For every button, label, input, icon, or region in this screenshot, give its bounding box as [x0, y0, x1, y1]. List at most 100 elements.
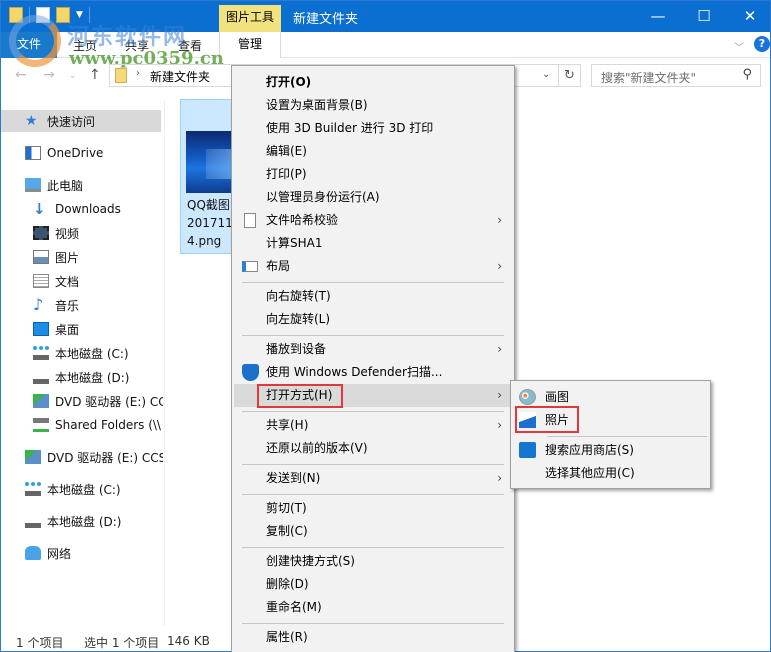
- open-with-submenu: 画图 照片 搜索应用商店(S) 选择其他应用(C): [510, 380, 711, 489]
- sidebar-item-label: 音乐: [55, 298, 80, 313]
- sidebar-item-desktop[interactable]: 桌面: [33, 318, 79, 340]
- menu-item-label: 以管理员身份运行(A): [266, 190, 380, 204]
- menu-item-label: 发送到(N): [266, 471, 321, 485]
- menu-item-label: 共享(H): [266, 418, 309, 432]
- sidebar-item-label: 此电脑: [47, 178, 84, 193]
- menu-item-label: 向左旋转(L): [266, 312, 331, 326]
- sidebar-item-label: 桌面: [55, 322, 80, 337]
- up-button[interactable]: ↑: [89, 67, 101, 83]
- pictures-icon: [33, 250, 49, 264]
- sidebar-item-onedrive[interactable]: OneDrive: [25, 142, 103, 164]
- menu-item-label: 打开(O): [266, 75, 312, 89]
- network-icon: [25, 546, 41, 560]
- menu-item-run-as-admin[interactable]: 以管理员身份运行(A): [234, 186, 512, 209]
- menu-item-label: 属性(R): [266, 630, 308, 644]
- recent-locations-button[interactable]: ⌄: [69, 71, 77, 81]
- file-name-line: 4.png: [187, 234, 222, 248]
- picture-tools-tab-group: 图片工具: [219, 5, 281, 32]
- menu-item-rename[interactable]: 重命名(M): [234, 596, 512, 619]
- menu-item-layout[interactable]: 布局 ›: [234, 255, 512, 278]
- sidebar-item-local-disk-c-root[interactable]: 本地磁盘 (C:): [25, 478, 121, 500]
- sidebar-item-videos[interactable]: 视频: [33, 222, 79, 244]
- menu-item-label: 剪切(T): [266, 501, 307, 515]
- sidebar-item-documents[interactable]: 文档: [33, 270, 79, 292]
- menu-item-file-hash[interactable]: 文件哈希校验 ›: [234, 209, 512, 232]
- menu-item-label: 重命名(M): [266, 600, 322, 614]
- sidebar-item-dvd-drive-root[interactable]: DVD 驱动器 (E:) CCS: [25, 446, 163, 468]
- sidebar-item-shared-folders[interactable]: Shared Folders (\\: [33, 414, 163, 436]
- sidebar-item-this-pc[interactable]: 此电脑: [25, 174, 83, 196]
- breadcrumb-current-folder[interactable]: 新建文件夹: [150, 68, 210, 85]
- sidebar-item-network[interactable]: 网络: [25, 542, 71, 564]
- sidebar-item-label: 本地磁盘 (D:): [55, 370, 130, 385]
- maximize-button[interactable]: ☐: [681, 1, 727, 32]
- address-dropdown-icon[interactable]: ⌄: [542, 69, 550, 80]
- chevron-right-icon: ›: [497, 418, 502, 432]
- tab-manage[interactable]: 管理: [219, 32, 281, 58]
- menu-item-defender-scan[interactable]: 使用 Windows Defender扫描...: [234, 361, 512, 384]
- sidebar-item-local-disk-d[interactable]: 本地磁盘 (D:): [33, 366, 129, 388]
- menu-item-properties[interactable]: 属性(R): [234, 626, 512, 649]
- refresh-button[interactable]: ↻: [558, 64, 581, 87]
- menu-item-create-shortcut[interactable]: 创建快捷方式(S): [234, 550, 512, 573]
- help-icon[interactable]: ?: [754, 36, 770, 52]
- sidebar-item-local-disk-c[interactable]: 本地磁盘 (C:): [33, 342, 129, 364]
- pane-divider[interactable]: [164, 101, 165, 626]
- menu-item-copy[interactable]: 复制(C): [234, 520, 512, 543]
- menu-item-rotate-left[interactable]: 向左旋转(L): [234, 308, 512, 331]
- chevron-right-icon: ›: [497, 259, 502, 273]
- back-button[interactable]: ←: [15, 67, 27, 83]
- menu-item-3d-print[interactable]: 使用 3D Builder 进行 3D 打印: [234, 117, 512, 140]
- submenu-item-choose-another-app[interactable]: 选择其他应用(C): [513, 462, 708, 485]
- onedrive-icon: [25, 146, 41, 160]
- dvd-icon: [33, 394, 49, 408]
- sidebar-item-pictures[interactable]: 图片: [33, 246, 79, 268]
- menu-item-open[interactable]: 打开(O): [234, 71, 512, 94]
- menu-item-set-desktop-background[interactable]: 设置为桌面背景(B): [234, 94, 512, 117]
- watermark-title: 河东软件网: [67, 25, 188, 50]
- star-icon: ★: [25, 113, 38, 129]
- close-button[interactable]: ✕: [727, 1, 771, 32]
- system-drive-icon: [33, 346, 49, 360]
- menu-item-rotate-right[interactable]: 向右旋转(T): [234, 285, 512, 308]
- submenu-item-label: 选择其他应用(C): [545, 466, 635, 480]
- status-bar: 1 个项目 选中 1 个项目 146 KB: [1, 631, 231, 652]
- menu-item-print[interactable]: 打印(P): [234, 163, 512, 186]
- chevron-right-icon: ›: [497, 471, 502, 485]
- sidebar-item-quick-access[interactable]: ★ 快速访问: [1, 110, 161, 132]
- computer-icon: [25, 178, 41, 192]
- menu-item-restore-previous-versions[interactable]: 还原以前的版本(V): [234, 437, 512, 460]
- submenu-item-label: 搜索应用商店(S): [545, 443, 634, 457]
- forward-button[interactable]: →: [43, 67, 55, 83]
- submenu-item-search-store[interactable]: 搜索应用商店(S): [513, 439, 708, 462]
- sidebar-item-music[interactable]: ♪ 音乐: [33, 294, 79, 316]
- sidebar-item-dvd-drive[interactable]: DVD 驱动器 (E:) CC: [33, 390, 163, 412]
- menu-item-sha1[interactable]: 计算SHA1: [234, 232, 512, 255]
- menu-item-edit[interactable]: 编辑(E): [234, 140, 512, 163]
- search-input[interactable]: 搜索"新建文件夹" ⚲: [591, 64, 761, 87]
- system-drive-icon: [25, 482, 41, 496]
- menu-item-label: 还原以前的版本(V): [266, 441, 368, 455]
- menu-item-label: 文件哈希校验: [266, 213, 339, 227]
- menu-item-label: 编辑(E): [266, 144, 307, 158]
- menu-item-delete[interactable]: 删除(D): [234, 573, 512, 596]
- menu-item-label: 复制(C): [266, 524, 308, 538]
- sidebar-item-downloads[interactable]: ↓ Downloads: [33, 198, 121, 220]
- menu-item-send-to[interactable]: 发送到(N) ›: [234, 467, 512, 490]
- search-icon[interactable]: ⚲: [742, 67, 752, 82]
- menu-item-cut[interactable]: 剪切(T): [234, 497, 512, 520]
- sidebar-item-label: 图片: [55, 250, 80, 265]
- menu-separator: [547, 436, 707, 437]
- breadcrumb-separator[interactable]: ›: [136, 68, 140, 79]
- menu-item-cast-to-device[interactable]: 播放到设备 ›: [234, 338, 512, 361]
- sidebar-item-label: Downloads: [55, 202, 121, 216]
- file-name-line: 201711: [187, 216, 233, 230]
- watermark-logo: [9, 15, 61, 67]
- chevron-down-icon[interactable]: ﹀: [734, 39, 744, 54]
- menu-item-share[interactable]: 共享(H) ›: [234, 414, 512, 437]
- menu-separator: [242, 547, 504, 548]
- minimize-button[interactable]: —: [635, 1, 681, 32]
- sidebar-item-label: OneDrive: [47, 146, 104, 160]
- sidebar-item-local-disk-d-root[interactable]: 本地磁盘 (D:): [25, 510, 121, 532]
- chevron-right-icon: ›: [497, 213, 502, 227]
